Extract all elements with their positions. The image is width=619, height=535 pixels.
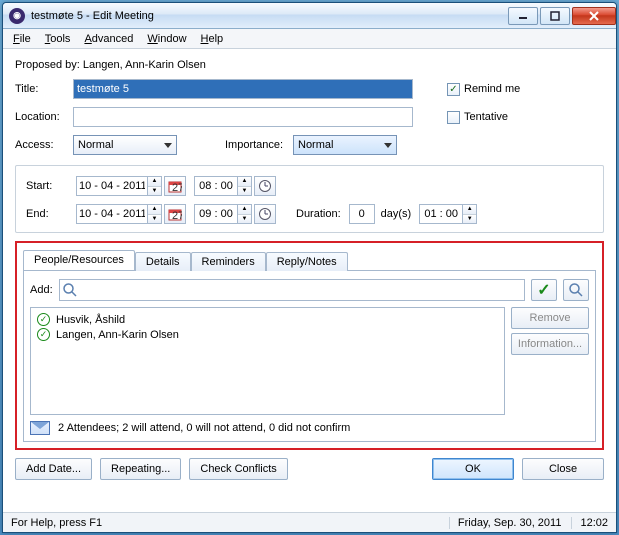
app-icon: ◉ — [9, 8, 25, 24]
duration-time-input[interactable]: ▲▼ — [419, 204, 477, 224]
importance-label: Importance: — [225, 139, 293, 151]
edit-meeting-window: ◉ testmøte 5 - Edit Meeting File Tools A… — [2, 2, 617, 533]
window-title: testmøte 5 - Edit Meeting — [31, 10, 154, 22]
proposed-by-label: Proposed by: — [15, 59, 80, 71]
remove-button[interactable]: Remove — [511, 307, 589, 329]
tab-people-resources[interactable]: People/Resources — [23, 250, 135, 270]
information-button[interactable]: Information... — [511, 333, 589, 355]
tentative-checkbox[interactable]: Tentative — [447, 111, 508, 124]
end-time-field[interactable] — [194, 204, 238, 224]
time-section: Start: ▲▼ 27 ▲▼ End: ▲▼ 27 — [15, 165, 604, 233]
status-help-text: For Help, press F1 — [11, 517, 102, 529]
menu-tools[interactable]: Tools — [39, 31, 77, 47]
end-date-calendar-button[interactable]: 27 — [164, 204, 186, 224]
title-input[interactable] — [73, 79, 413, 99]
status-date: Friday, Sep. 30, 2011 — [449, 517, 562, 529]
status-time: 12:02 — [571, 517, 608, 529]
list-item[interactable]: ✓ Langen, Ann-Karin Olsen — [37, 327, 498, 342]
close-window-button[interactable] — [572, 7, 616, 25]
remind-me-checkbox[interactable]: ✓ Remind me — [447, 83, 520, 96]
add-attendee-input[interactable] — [59, 279, 525, 301]
checkbox-unchecked-icon — [447, 111, 460, 124]
duration-time-field[interactable] — [419, 204, 463, 224]
duration-label: Duration: — [296, 208, 341, 220]
access-label: Access: — [15, 139, 73, 151]
remind-me-label: Remind me — [464, 83, 520, 95]
importance-select[interactable]: Normal — [293, 135, 397, 155]
attendee-name: Langen, Ann-Karin Olsen — [56, 329, 179, 341]
attendee-summary: 2 Attendees; 2 will attend, 0 will not a… — [58, 422, 350, 434]
attendee-list[interactable]: ✓ Husvik, Åshild ✓ Langen, Ann-Karin Ols… — [30, 307, 505, 415]
bottom-button-row: Add Date... Repeating... Check Conflicts… — [15, 450, 604, 490]
location-input[interactable] — [73, 107, 413, 127]
attend-status-icon: ✓ — [37, 313, 50, 326]
end-date-field[interactable] — [76, 204, 148, 224]
location-label: Location: — [15, 111, 73, 123]
menubar: File Tools Advanced Window Help — [3, 29, 616, 49]
access-select[interactable]: Normal — [73, 135, 177, 155]
check-icon: ✓ — [537, 280, 550, 300]
start-date-input[interactable]: ▲▼ — [76, 176, 162, 196]
menu-advanced[interactable]: Advanced — [78, 31, 139, 47]
menu-file[interactable]: File — [7, 31, 37, 47]
tab-details[interactable]: Details — [135, 252, 191, 271]
ok-button[interactable]: OK — [432, 458, 514, 480]
tab-reply-notes[interactable]: Reply/Notes — [266, 252, 348, 271]
search-attendee-button[interactable] — [563, 279, 589, 301]
list-item[interactable]: ✓ Husvik, Åshild — [37, 312, 498, 327]
menu-help[interactable]: Help — [195, 31, 230, 47]
start-time-clock-button[interactable] — [254, 176, 276, 196]
repeating-button[interactable]: Repeating... — [100, 458, 181, 480]
maximize-button[interactable] — [540, 7, 570, 25]
end-time-spinner[interactable]: ▲▼ — [238, 204, 252, 224]
proposed-by-row: Proposed by: Langen, Ann-Karin Olsen — [15, 59, 604, 71]
minimize-button[interactable] — [508, 7, 538, 25]
magnifier-icon — [568, 282, 584, 298]
highlighted-region: People/Resources Details Reminders Reply… — [15, 241, 604, 450]
svg-text:27: 27 — [172, 182, 182, 193]
add-date-button[interactable]: Add Date... — [15, 458, 92, 480]
content-area: Proposed by: Langen, Ann-Karin Olsen Tit… — [3, 49, 616, 512]
duration-days-input[interactable] — [349, 204, 375, 224]
checkbox-checked-icon: ✓ — [447, 83, 460, 96]
add-label: Add: — [30, 284, 53, 296]
start-date-calendar-button[interactable]: 27 — [164, 176, 186, 196]
tab-body: Add: ✓ ✓ Husvik, Åshild — [23, 271, 596, 442]
proposed-by-value: Langen, Ann-Karin Olsen — [83, 59, 206, 71]
tabbar: People/Resources Details Reminders Reply… — [23, 249, 596, 271]
search-icon — [62, 282, 78, 298]
end-label: End: — [26, 208, 76, 220]
svg-text:27: 27 — [172, 210, 182, 221]
menu-window[interactable]: Window — [141, 31, 192, 47]
start-label: Start: — [26, 180, 76, 192]
end-time-clock-button[interactable] — [254, 204, 276, 224]
mail-icon — [30, 421, 50, 435]
end-date-spinner[interactable]: ▲▼ — [148, 204, 162, 224]
statusbar: For Help, press F1 Friday, Sep. 30, 2011… — [3, 512, 616, 532]
days-label: day(s) — [381, 208, 412, 220]
close-button[interactable]: Close — [522, 458, 604, 480]
duration-time-spinner[interactable]: ▲▼ — [463, 204, 477, 224]
start-time-spinner[interactable]: ▲▼ — [238, 176, 252, 196]
titlebar: ◉ testmøte 5 - Edit Meeting — [3, 3, 616, 29]
tentative-label: Tentative — [464, 111, 508, 123]
end-time-input[interactable]: ▲▼ — [194, 204, 252, 224]
attend-status-icon: ✓ — [37, 328, 50, 341]
end-date-input[interactable]: ▲▼ — [76, 204, 162, 224]
start-time-input[interactable]: ▲▼ — [194, 176, 252, 196]
start-date-field[interactable] — [76, 176, 148, 196]
title-label: Title: — [15, 83, 73, 95]
start-date-spinner[interactable]: ▲▼ — [148, 176, 162, 196]
tab-reminders[interactable]: Reminders — [191, 252, 266, 271]
attendee-name: Husvik, Åshild — [56, 314, 125, 326]
start-time-field[interactable] — [194, 176, 238, 196]
check-conflicts-button[interactable]: Check Conflicts — [189, 458, 287, 480]
confirm-add-button[interactable]: ✓ — [531, 279, 557, 301]
